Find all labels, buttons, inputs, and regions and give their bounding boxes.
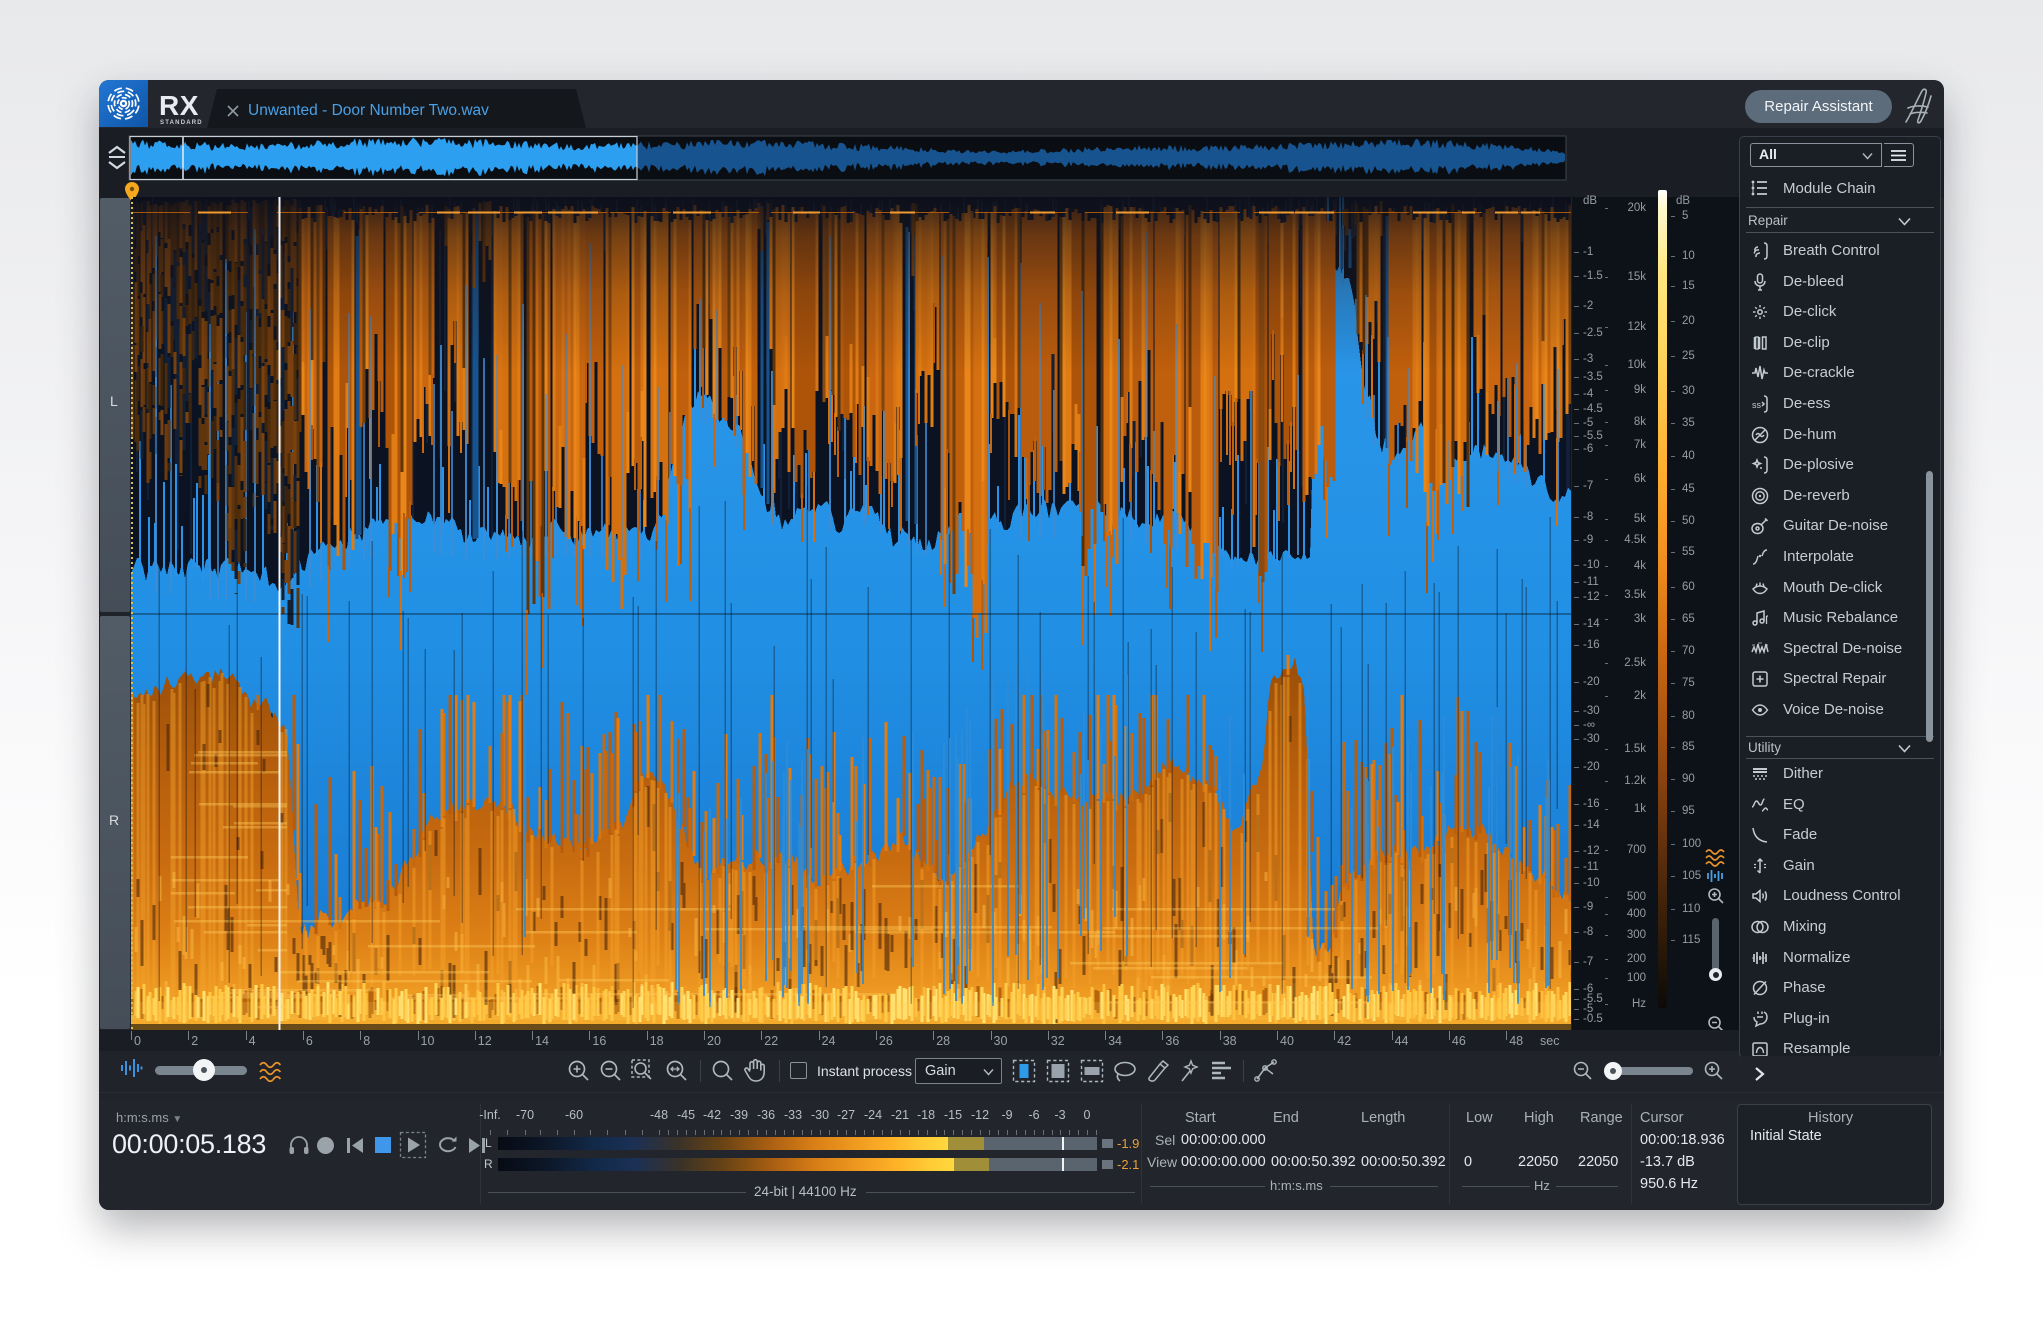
- svg-text:ss: ss: [1752, 400, 1762, 410]
